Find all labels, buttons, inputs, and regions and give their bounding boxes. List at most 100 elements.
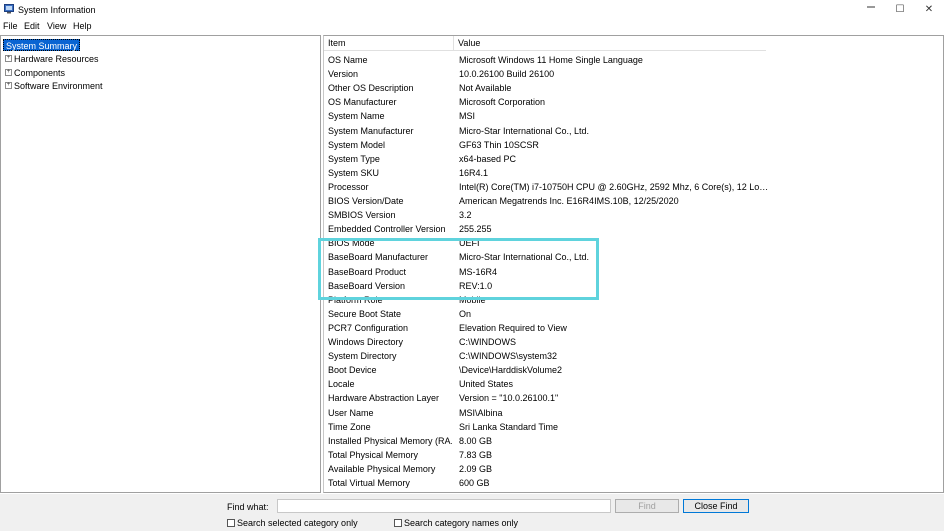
- table-row[interactable]: OS Manufacturer Microsoft Corporation: [324, 95, 943, 109]
- row-value: 7.83 GB: [459, 449, 493, 460]
- table-row[interactable]: SMBIOS Version 3.2: [324, 208, 943, 222]
- details-list[interactable]: Item Value OS Name Microsoft Windows 11 H…: [323, 35, 944, 493]
- table-row[interactable]: PCR7 Configuration Elevation Required to …: [324, 321, 943, 335]
- row-item: Embedded Controller Version: [328, 224, 446, 235]
- find-button[interactable]: Find: [615, 499, 679, 513]
- tree-item-label: Software Environment: [14, 81, 103, 91]
- close-button[interactable]: ✕: [914, 0, 944, 19]
- table-row[interactable]: BaseBoard Product MS-16R4: [324, 265, 943, 279]
- row-value: Micro-Star International Co., Ltd.: [459, 125, 590, 136]
- checkbox-label: Search category names only: [404, 518, 519, 528]
- table-row[interactable]: System Type x64-based PC: [324, 152, 943, 166]
- table-row[interactable]: Time Zone Sri Lanka Standard Time: [324, 420, 943, 434]
- table-row[interactable]: Boot Device \Device\HarddiskVolume2: [324, 363, 943, 377]
- column-header-item[interactable]: Item: [324, 36, 454, 51]
- row-item: Time Zone: [328, 421, 371, 432]
- row-item: System Model: [328, 139, 386, 150]
- tree-item-software-environment[interactable]: + Software Environment: [5, 80, 103, 92]
- table-row[interactable]: System Manufacturer Micro-Star Internatio…: [324, 124, 943, 138]
- row-value: 3.2: [459, 210, 472, 221]
- table-row[interactable]: Hardware Abstraction Layer Version = "10.…: [324, 391, 943, 405]
- minimize-button[interactable]: [856, 0, 886, 19]
- row-item: Total Physical Memory: [328, 449, 419, 460]
- table-row[interactable]: Available Physical Memory 2.09 GB: [324, 462, 943, 476]
- maximize-button[interactable]: ☐: [885, 0, 915, 19]
- row-item: Secure Boot State: [328, 308, 402, 319]
- menu-file[interactable]: File: [3, 21, 18, 31]
- maximize-icon: ☐: [895, 4, 905, 15]
- table-row[interactable]: System Name MSI: [324, 109, 943, 123]
- table-row[interactable]: Processor Intel(R) Core(TM) i7-10750H CPU…: [324, 180, 943, 194]
- checkbox-box[interactable]: [227, 518, 235, 527]
- table-row[interactable]: OS Name Microsoft Windows 11 Home Single …: [324, 53, 943, 67]
- expand-icon[interactable]: +: [5, 55, 12, 63]
- menu-view[interactable]: View: [47, 21, 66, 31]
- table-row[interactable]: Total Virtual Memory 600 GB: [324, 476, 943, 490]
- close-icon: ✕: [924, 4, 934, 15]
- row-item: Hardware Abstraction Layer: [328, 393, 440, 404]
- table-row[interactable]: System SKU 16R4.1: [324, 166, 943, 180]
- table-row[interactable]: BIOS Version/Date American Megatrends Inc…: [324, 194, 943, 208]
- system-information-icon: [4, 4, 14, 14]
- close-find-button[interactable]: Close Find: [683, 499, 749, 513]
- row-item: OS Manufacturer: [328, 97, 397, 108]
- row-item: BaseBoard Product: [328, 266, 407, 277]
- tree-item-components[interactable]: + Components: [5, 67, 65, 79]
- menu-help[interactable]: Help: [73, 21, 92, 31]
- table-row[interactable]: BaseBoard Manufacturer Micro-Star Interna…: [324, 250, 943, 264]
- row-item: System Type: [328, 153, 380, 164]
- table-row[interactable]: BaseBoard Version REV:1.0: [324, 279, 943, 293]
- row-value: 2.09 GB: [459, 463, 493, 474]
- table-row[interactable]: Other OS Description Not Available: [324, 81, 943, 95]
- row-item: System Manufacturer: [328, 125, 414, 136]
- find-input[interactable]: [277, 499, 611, 513]
- tree-item-hardware-resources[interactable]: + Hardware Resources: [5, 53, 99, 65]
- row-value: 255.255: [459, 224, 492, 235]
- row-value: REV:1.0: [459, 280, 493, 291]
- table-row[interactable]: Total Physical Memory 7.83 GB: [324, 448, 943, 462]
- row-value: Intel(R) Core(TM) i7-10750H CPU @ 2.60GH…: [459, 181, 769, 192]
- row-item: PCR7 Configuration: [328, 322, 409, 333]
- search-names-checkbox[interactable]: Search category names only: [394, 518, 518, 528]
- table-row[interactable]: Platform Role Mobile: [324, 293, 943, 307]
- title-bar: System Information ☐ ✕: [0, 0, 944, 19]
- row-item: SMBIOS Version: [328, 210, 396, 221]
- expand-icon[interactable]: +: [5, 69, 12, 77]
- menu-edit[interactable]: Edit: [24, 21, 40, 31]
- row-item: BaseBoard Manufacturer: [328, 252, 429, 263]
- table-row[interactable]: Embedded Controller Version 255.255: [324, 222, 943, 236]
- checkbox-box[interactable]: [394, 518, 402, 527]
- row-value: MS-16R4: [459, 266, 498, 277]
- row-item: Version: [328, 69, 359, 80]
- find-bar: Find what: Find Close Find Search select…: [0, 494, 944, 531]
- table-row[interactable]: BIOS Mode UEFI: [324, 236, 943, 250]
- menu-bar: File Edit View Help: [0, 19, 944, 34]
- search-selected-checkbox[interactable]: Search selected category only: [227, 518, 358, 528]
- row-value: Elevation Required to View: [459, 322, 567, 333]
- table-row[interactable]: Windows Directory C:\WINDOWS: [324, 335, 943, 349]
- table-row[interactable]: Secure Boot State On: [324, 307, 943, 321]
- table-row[interactable]: Installed Physical Memory (RA... 8.00 GB: [324, 434, 943, 448]
- row-value: Microsoft Corporation: [459, 97, 546, 108]
- table-row[interactable]: User Name MSI\Albina: [324, 406, 943, 420]
- table-row[interactable]: Version 10.0.26100 Build 26100: [324, 67, 943, 81]
- row-item: Processor: [328, 181, 369, 192]
- row-item: BIOS Mode: [328, 238, 375, 249]
- row-value: MSI\Albina: [459, 407, 503, 418]
- category-tree[interactable]: System Summary + Hardware Resources + Comp…: [0, 35, 321, 493]
- row-value: Not Available: [459, 83, 512, 94]
- row-value: On: [459, 308, 472, 319]
- row-item: Installed Physical Memory (RA...: [328, 435, 452, 446]
- table-row[interactable]: Locale United States: [324, 377, 943, 391]
- table-row[interactable]: System Model GF63 Thin 10SCSR: [324, 138, 943, 152]
- row-item: Available Physical Memory: [328, 463, 436, 474]
- column-header-value[interactable]: Value: [454, 36, 766, 51]
- tree-item-system-summary[interactable]: System Summary: [3, 39, 81, 51]
- table-row[interactable]: System Directory C:\WINDOWS\system32: [324, 349, 943, 363]
- checkbox-label: Search selected category only: [237, 518, 358, 528]
- expand-icon[interactable]: +: [5, 82, 12, 90]
- row-value: MSI: [459, 111, 476, 122]
- row-item: OS Name: [328, 55, 368, 65]
- row-item: System Directory: [328, 351, 397, 362]
- row-value: United States: [459, 379, 514, 390]
